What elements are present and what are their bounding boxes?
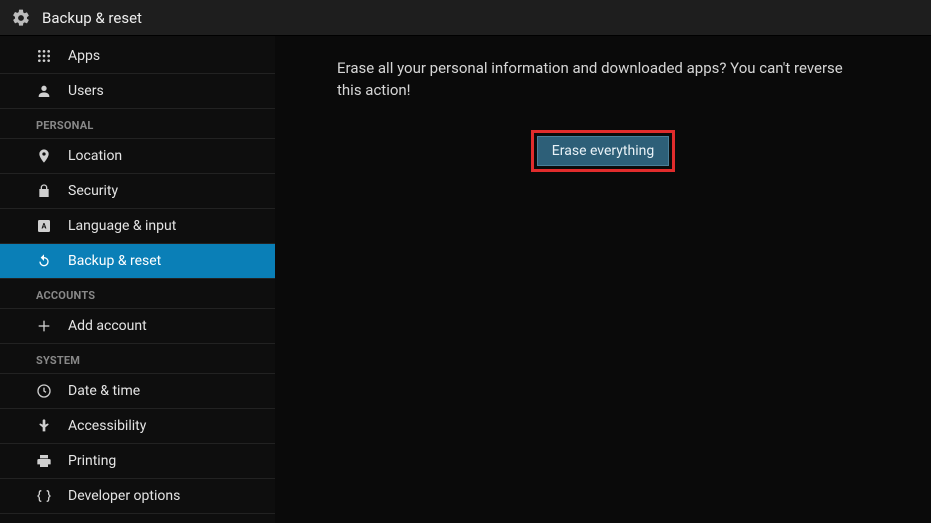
users-icon xyxy=(36,83,58,99)
sidebar-item-language-input[interactable]: A Language & input xyxy=(0,208,275,243)
erase-everything-button[interactable]: Erase everything xyxy=(537,136,669,166)
sidebar-item-label: Accessibility xyxy=(58,418,146,434)
sidebar-item-security[interactable]: Security xyxy=(0,173,275,208)
sidebar-item-label: Apps xyxy=(58,48,100,64)
header-title: Backup & reset xyxy=(42,9,142,27)
sidebar-item-printing[interactable]: Printing xyxy=(0,443,275,478)
sidebar-item-label: Users xyxy=(58,83,104,99)
plus-icon xyxy=(36,318,58,334)
apps-icon xyxy=(36,48,58,64)
sidebar-item-users[interactable]: Users xyxy=(0,73,275,108)
clock-icon xyxy=(36,383,58,399)
content-pane: Erase all your personal information and … xyxy=(275,36,931,523)
sidebar-item-location[interactable]: Location xyxy=(0,138,275,173)
hand-icon xyxy=(36,418,58,434)
language-icon: A xyxy=(36,218,58,234)
location-icon xyxy=(36,148,58,164)
sidebar-item-accessibility[interactable]: Accessibility xyxy=(0,408,275,443)
settings-sidebar: Apps Users PERSONAL Location Security A xyxy=(0,36,275,523)
highlight-box: Erase everything xyxy=(531,130,675,172)
braces-icon xyxy=(36,488,58,504)
sidebar-item-label: Backup & reset xyxy=(58,253,161,269)
sidebar-item-about-device[interactable]: About device xyxy=(0,513,275,523)
printer-icon xyxy=(36,453,58,469)
restore-icon xyxy=(36,253,58,269)
sidebar-item-label: Printing xyxy=(58,453,116,469)
section-label-personal: PERSONAL xyxy=(0,108,275,138)
section-label-system: SYSTEM xyxy=(0,343,275,373)
app-header: Backup & reset xyxy=(0,0,931,36)
sidebar-item-add-account[interactable]: Add account xyxy=(0,308,275,343)
svg-text:A: A xyxy=(42,222,47,231)
sidebar-item-label: Add account xyxy=(58,318,147,334)
sidebar-item-backup-reset[interactable]: Backup & reset xyxy=(0,243,275,278)
sidebar-item-label: Location xyxy=(58,148,122,164)
sidebar-item-label: Date & time xyxy=(58,383,140,399)
main: Apps Users PERSONAL Location Security A xyxy=(0,36,931,523)
sidebar-item-date-time[interactable]: Date & time xyxy=(0,373,275,408)
sidebar-item-label: Developer options xyxy=(58,488,180,504)
settings-icon xyxy=(10,7,32,29)
lock-icon xyxy=(36,183,58,199)
sidebar-item-label: Security xyxy=(58,183,118,199)
warning-message: Erase all your personal information and … xyxy=(337,58,869,102)
sidebar-item-apps[interactable]: Apps xyxy=(0,38,275,73)
sidebar-item-developer-options[interactable]: Developer options xyxy=(0,478,275,513)
sidebar-item-label: Language & input xyxy=(58,218,176,234)
section-label-accounts: ACCOUNTS xyxy=(0,278,275,308)
erase-button-container: Erase everything xyxy=(337,130,869,172)
